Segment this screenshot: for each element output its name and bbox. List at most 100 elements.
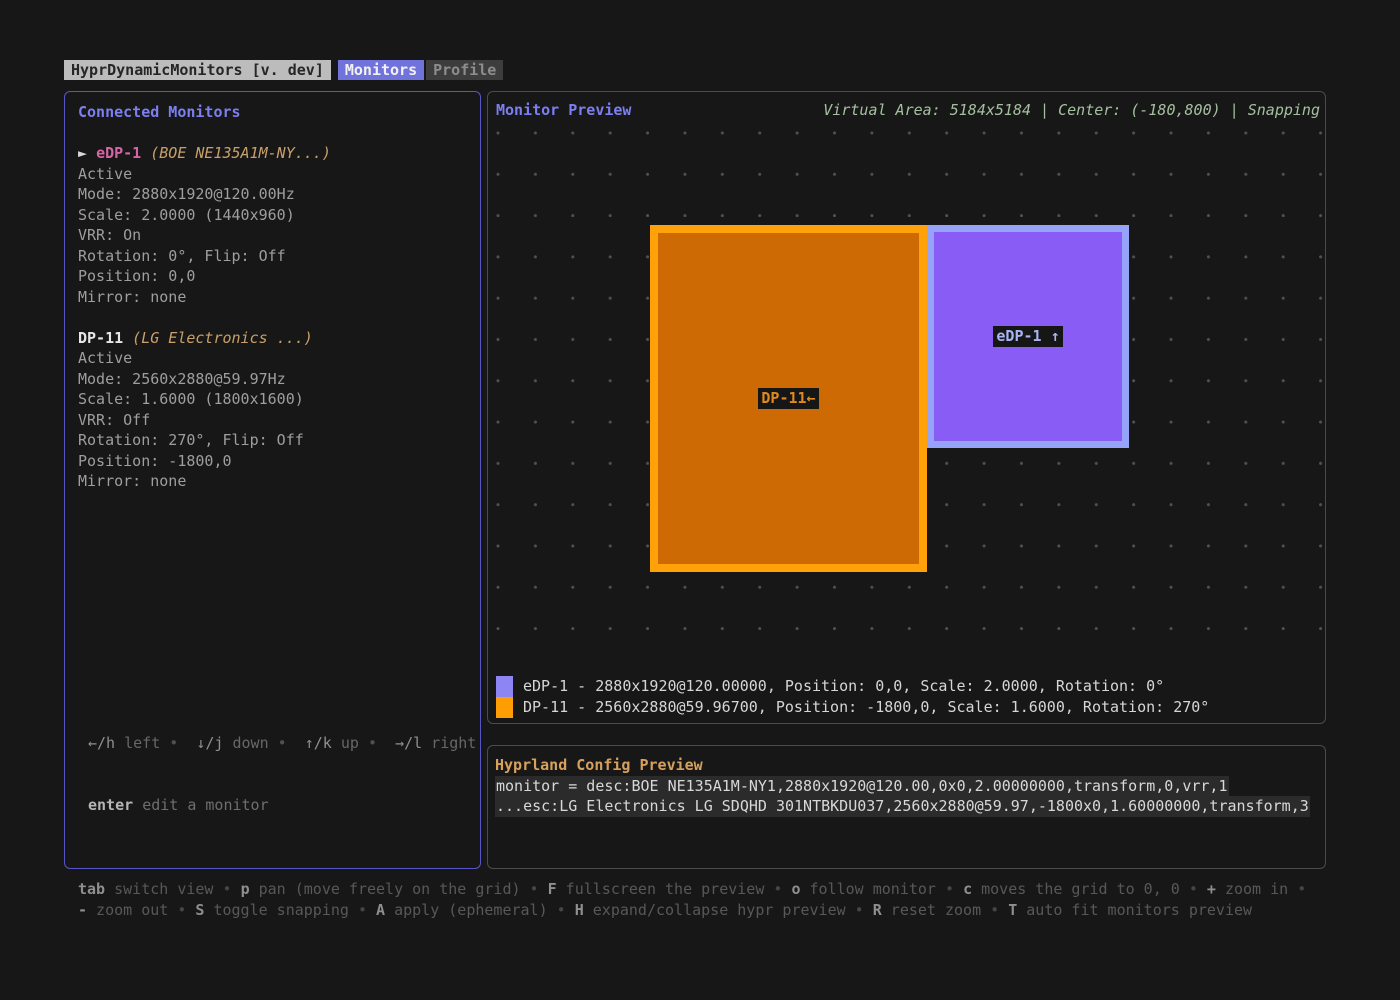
- hint-separator: •: [269, 734, 305, 752]
- help-bar: tab switch view • p pan (move freely on …: [78, 879, 1358, 920]
- help-desc: reset zoom: [882, 901, 981, 919]
- app-title: HyprDynamicMonitors [v. dev]: [64, 60, 331, 80]
- legend-row: DP-11 - 2560x2880@59.96700, Position: -1…: [496, 697, 1209, 718]
- monitor-entry-header: ► eDP-1 (BOE NE135A1M-NY...): [78, 143, 468, 164]
- help-desc: auto fit monitors preview: [1017, 901, 1252, 919]
- preview-monitor-edp1-label: eDP-1 ↑: [993, 326, 1062, 347]
- nav-hint-key: ↓/j: [196, 734, 223, 752]
- enter-hint-desc: edit a monitor: [142, 796, 268, 814]
- monitor-detail-line: Active: [78, 164, 468, 185]
- monitor-detail-line: Rotation: 0°, Flip: Off: [78, 246, 468, 267]
- help-key: R: [873, 901, 882, 919]
- help-desc: zoom out: [87, 901, 168, 919]
- legend-text: eDP-1 - 2880x1920@120.00000, Position: 0…: [523, 676, 1164, 697]
- help-desc: expand/collapse hypr preview: [584, 901, 846, 919]
- connected-monitors-title: Connected Monitors: [78, 102, 468, 123]
- hint-separator: •: [846, 901, 873, 919]
- hint-separator: •: [359, 734, 395, 752]
- monitor-detail-line: Active: [78, 348, 468, 369]
- nav-hint-key: →/l: [395, 734, 422, 752]
- monitor-detail-line: Mode: 2560x2880@59.97Hz: [78, 369, 468, 390]
- help-desc: follow monitor: [801, 880, 936, 898]
- monitor-detail-line: Mode: 2880x1920@120.00Hz: [78, 184, 468, 205]
- selection-marker-icon: ►: [78, 144, 96, 162]
- monitor-detail-line: Mirror: none: [78, 471, 468, 492]
- help-key: -: [78, 901, 87, 919]
- preview-grid[interactable]: DP-11← eDP-1 ↑: [488, 122, 1325, 668]
- preview-legend: eDP-1 - 2880x1920@120.00000, Position: 0…: [496, 676, 1209, 718]
- hint-separator: •: [168, 901, 195, 919]
- hint-separator: •: [936, 880, 963, 898]
- help-key: o: [791, 880, 800, 898]
- tab-monitors[interactable]: Monitors: [338, 60, 424, 80]
- monitor-entry-header: DP-11 (LG Electronics ...): [78, 328, 468, 349]
- preview-monitor-edp1[interactable]: eDP-1 ↑: [927, 225, 1129, 448]
- hint-separator: •: [1180, 880, 1207, 898]
- help-key: p: [241, 880, 250, 898]
- nav-hint-key: ←/h: [88, 734, 115, 752]
- hint-separator: •: [548, 901, 575, 919]
- nav-hint-desc: left: [115, 734, 160, 752]
- help-desc: zoom in: [1216, 880, 1288, 898]
- monitor-preview-panel: Monitor Preview Virtual Area: 5184x5184 …: [487, 91, 1326, 724]
- help-key: T: [1008, 901, 1017, 919]
- monitor-description: (LG Electronics ...): [123, 329, 313, 347]
- monitor-description: (BOE NE135A1M-NY...): [141, 144, 331, 162]
- help-desc: toggle snapping: [204, 901, 349, 919]
- legend-text: DP-11 - 2560x2880@59.96700, Position: -1…: [523, 697, 1209, 718]
- nav-hint-desc: down: [223, 734, 268, 752]
- preview-monitor-dp11-label: DP-11←: [758, 388, 818, 409]
- app-root: HyprDynamicMonitors [v. dev] Monitors Pr…: [0, 0, 1400, 1000]
- help-desc: fullscreen the preview: [557, 880, 765, 898]
- nav-hint-desc: up: [332, 734, 359, 752]
- hint-separator: •: [213, 880, 240, 898]
- nav-hint-key: ↑/k: [305, 734, 332, 752]
- connected-monitors-panel: Connected Monitors ► eDP-1 (BOE NE135A1M…: [64, 91, 481, 869]
- hint-separator: •: [521, 880, 548, 898]
- monitor-detail-line: VRR: Off: [78, 410, 468, 431]
- config-lines: monitor = desc:BOE NE135A1M-NY1,2880x192…: [495, 776, 1318, 817]
- config-line: monitor = desc:BOE NE135A1M-NY1,2880x192…: [495, 776, 1229, 797]
- help-key: F: [548, 880, 557, 898]
- hint-separator: •: [1288, 880, 1306, 898]
- monitor-detail-line: Scale: 2.0000 (1440x960): [78, 205, 468, 226]
- preview-header: Monitor Preview Virtual Area: 5184x5184 …: [496, 100, 1320, 121]
- help-key: A: [376, 901, 385, 919]
- monitor-detail-line: Scale: 1.6000 (1800x1600): [78, 389, 468, 410]
- monitor-name: eDP-1: [96, 144, 141, 162]
- monitor-entry-dp-11[interactable]: DP-11 (LG Electronics ...)ActiveMode: 25…: [78, 328, 468, 492]
- preview-status: Virtual Area: 5184x5184 | Center: (-180,…: [823, 100, 1320, 121]
- help-desc: apply (ephemeral): [385, 901, 548, 919]
- tab-profile[interactable]: Profile: [426, 60, 503, 80]
- config-line: ...esc:LG Electronics LG SDQHD 301NTBKDU…: [495, 796, 1310, 817]
- preview-monitor-dp11[interactable]: DP-11←: [650, 225, 927, 572]
- help-desc: pan (move freely on the grid): [250, 880, 521, 898]
- help-desc: switch view: [105, 880, 213, 898]
- enter-key-label: enter: [88, 796, 133, 814]
- topbar: HyprDynamicMonitors [v. dev] Monitors Pr…: [64, 60, 503, 80]
- monitor-list: ► eDP-1 (BOE NE135A1M-NY...)ActiveMode: …: [78, 123, 468, 492]
- hint-separator: •: [764, 880, 791, 898]
- help-desc: moves the grid to 0, 0: [972, 880, 1180, 898]
- hyprland-config-panel: Hyprland Config Preview monitor = desc:B…: [487, 745, 1326, 869]
- monitor-detail-line: Rotation: 270°, Flip: Off: [78, 430, 468, 451]
- help-key: H: [575, 901, 584, 919]
- monitor-entry-edp-1[interactable]: ► eDP-1 (BOE NE135A1M-NY...)ActiveMode: …: [78, 143, 468, 307]
- legend-color-swatch: [496, 697, 513, 718]
- enter-hint: enter edit a monitor: [88, 795, 468, 816]
- monitor-detail-line: Mirror: none: [78, 287, 468, 308]
- help-line: - zoom out • S toggle snapping • A apply…: [78, 900, 1358, 921]
- hint-separator: •: [981, 901, 1008, 919]
- config-title: Hyprland Config Preview: [495, 755, 1318, 776]
- legend-row: eDP-1 - 2880x1920@120.00000, Position: 0…: [496, 676, 1209, 697]
- help-line: tab switch view • p pan (move freely on …: [78, 879, 1358, 900]
- left-panel-footer: ←/h left • ↓/j down • ↑/k up • →/l right…: [78, 692, 468, 856]
- monitor-detail-line: Position: -1800,0: [78, 451, 468, 472]
- nav-hints: ←/h left • ↓/j down • ↑/k up • →/l right: [88, 733, 468, 754]
- hint-separator: •: [349, 901, 376, 919]
- monitor-name: DP-11: [78, 329, 123, 347]
- help-key: +: [1207, 880, 1216, 898]
- help-key: c: [963, 880, 972, 898]
- monitor-detail-line: VRR: On: [78, 225, 468, 246]
- monitor-detail-line: Position: 0,0: [78, 266, 468, 287]
